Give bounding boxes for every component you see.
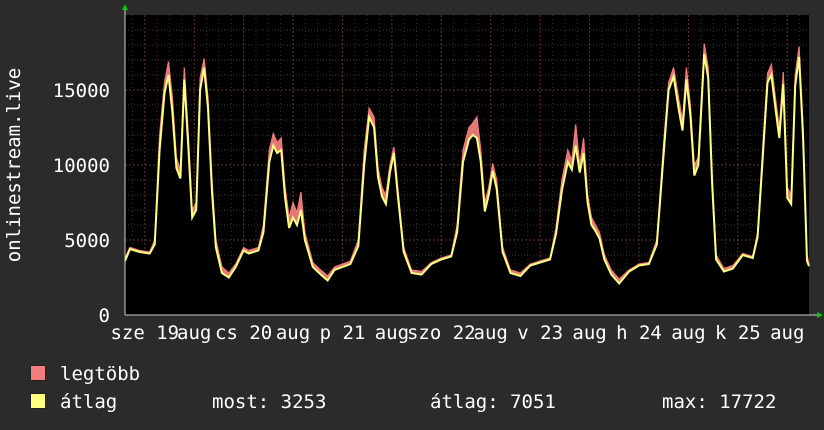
legend-item-avg: átlag	[30, 391, 117, 413]
stat-max: max: 17722	[662, 391, 777, 413]
legend-label-avg: átlag	[60, 391, 118, 413]
x-tick-label: aug	[474, 322, 508, 344]
legend-swatch-max	[30, 365, 46, 381]
y-axis-arrow	[122, 4, 128, 10]
stat-now: most: 3253	[212, 391, 327, 413]
y-axis-label: onlinestream.live	[3, 68, 25, 262]
y-tick-label: 15000	[53, 80, 110, 102]
legend-label-max: legtöbb	[60, 363, 141, 385]
x-tick-label: cs 20	[215, 322, 272, 344]
x-tick-label: sze 19	[110, 322, 179, 344]
legend-swatch-avg	[30, 393, 46, 409]
x-tick-label: aug	[671, 322, 705, 344]
x-tick-label: aug	[375, 322, 409, 344]
x-tick-label: aug	[770, 322, 804, 344]
legend-item-max: legtöbb	[30, 363, 140, 385]
y-tick-labels: 0 5000 10000 15000	[53, 80, 110, 327]
x-tick-label: p 21	[320, 322, 366, 344]
x-tick-label: k 25	[715, 322, 761, 344]
x-tick-label: aug	[572, 322, 606, 344]
stat-average: átlag: 7051	[430, 391, 556, 413]
x-tick-label: szo 22	[407, 322, 476, 344]
y-tick-label: 0	[99, 305, 110, 327]
x-tick-label: v 23	[517, 322, 563, 344]
y-tick-label: 10000	[53, 155, 110, 177]
x-tick-label: aug	[276, 322, 310, 344]
x-tick-labels: sze 19aug cs 20 aug p 21 augszo 22aug v 23 aug…	[110, 322, 804, 344]
x-axis-arrow	[817, 312, 823, 318]
x-tick-label: aug	[177, 322, 211, 344]
y-tick-label: 5000	[64, 230, 110, 252]
x-tick-label: h 24	[616, 322, 662, 344]
